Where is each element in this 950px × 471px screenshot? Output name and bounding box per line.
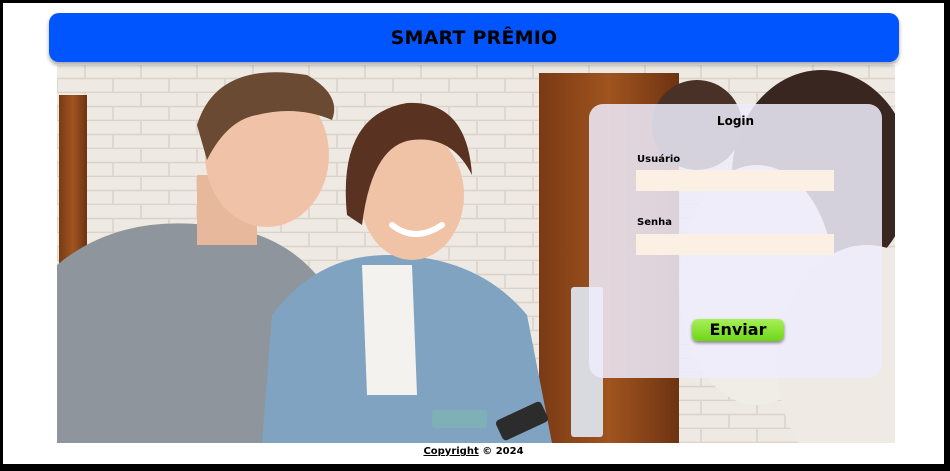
footer: Copyright © 2024 xyxy=(3,446,944,457)
site-header: SMART PRÊMIO xyxy=(49,13,899,62)
copyright-year: © 2024 xyxy=(482,446,524,457)
copyright-link[interactable]: Copyright xyxy=(423,446,478,457)
login-form: Login Usuário Senha Enviar xyxy=(589,104,882,378)
submit-button[interactable]: Enviar xyxy=(692,319,784,341)
site-title: SMART PRÊMIO xyxy=(390,26,558,49)
username-input[interactable] xyxy=(636,170,834,191)
username-label: Usuário xyxy=(637,154,681,165)
login-title: Login xyxy=(716,114,755,128)
password-input[interactable] xyxy=(636,234,834,255)
page-frame: SMART PRÊMIO Login Usuário Senha Enviar … xyxy=(3,3,944,464)
password-label: Senha xyxy=(637,217,672,228)
